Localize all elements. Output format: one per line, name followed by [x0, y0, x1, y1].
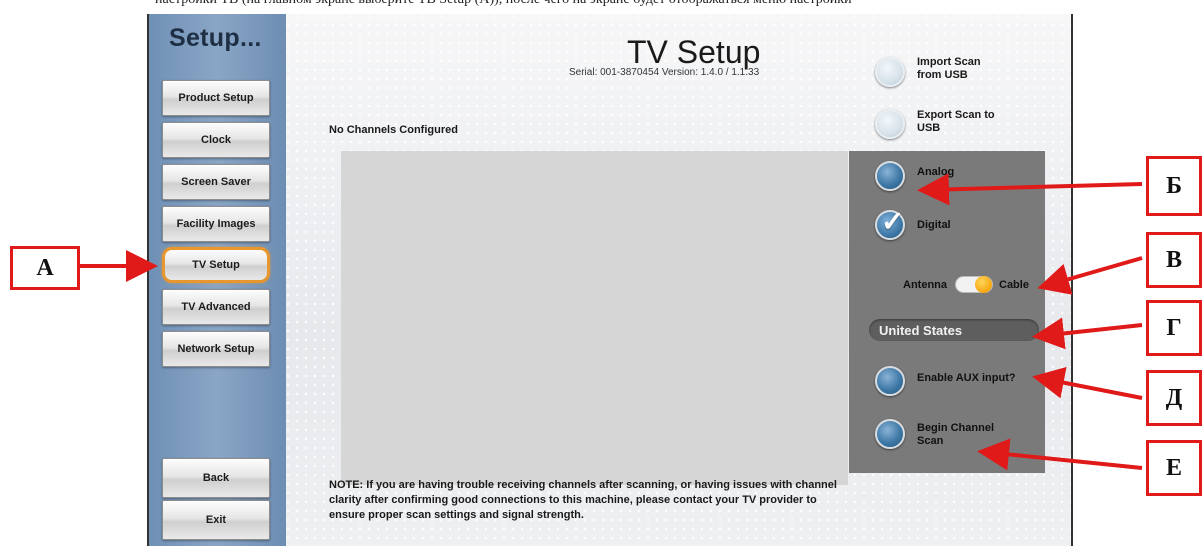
import-scan-button[interactable]	[875, 57, 905, 87]
callout-a: А	[10, 246, 80, 290]
document-top-text: настройки ТВ (на главном экране выберите…	[0, 0, 1202, 14]
callout-e: Е	[1146, 440, 1202, 496]
sidebar-item-tv-setup[interactable]: TV Setup	[162, 247, 270, 283]
callout-b: Б	[1146, 156, 1202, 216]
analog-radio[interactable]	[875, 161, 905, 191]
channels-status-text: No Channels Configured	[329, 124, 458, 136]
sidebar-item-product-setup[interactable]: Product Setup	[162, 80, 270, 116]
antenna-label: Antenna	[903, 279, 947, 291]
callout-g: Г	[1146, 300, 1202, 356]
antenna-cable-toggle[interactable]	[955, 276, 993, 293]
sidebar-item-screen-saver[interactable]: Screen Saver	[162, 164, 270, 200]
page-title: TV Setup	[627, 34, 761, 70]
begin-channel-scan-label: Begin Channel Scan	[917, 422, 995, 447]
sidebar: Setup... Product Setup Clock Screen Save…	[149, 14, 286, 546]
note-text: NOTE: If you are having trouble receivin…	[329, 479, 837, 521]
callout-v: В	[1146, 232, 1202, 288]
tv-setup-screen: Setup... Product Setup Clock Screen Save…	[147, 14, 1073, 546]
serial-version-text: Serial: 001-3870454 Version: 1.4.0 / 1.1…	[569, 67, 760, 78]
country-select[interactable]: United States	[869, 319, 1039, 341]
callout-d: Д	[1146, 370, 1202, 426]
enable-aux-button[interactable]	[875, 366, 905, 396]
export-scan-button[interactable]	[875, 109, 905, 139]
import-scan-label: Import Scan from USB	[917, 56, 981, 81]
sidebar-item-facility-images[interactable]: Facility Images	[162, 206, 270, 242]
enable-aux-label: Enable AUX input?	[917, 372, 1016, 384]
analog-label: Analog	[917, 166, 955, 178]
sidebar-item-tv-advanced[interactable]: TV Advanced	[162, 289, 270, 325]
channel-list[interactable]	[341, 151, 848, 485]
sidebar-title: Setup...	[169, 24, 262, 52]
back-button[interactable]: Back	[162, 458, 270, 498]
document-top-text-line: настройки ТВ (на главном экране выберите…	[155, 0, 852, 8]
toggle-knob	[975, 276, 992, 293]
begin-channel-scan-button[interactable]	[875, 419, 905, 449]
sidebar-item-network-setup[interactable]: Network Setup	[162, 331, 270, 367]
export-scan-label: Export Scan to USB	[917, 109, 995, 134]
digital-label: Digital	[917, 219, 951, 231]
digital-radio[interactable]: ✓	[875, 206, 905, 240]
cable-label: Cable	[999, 279, 1029, 291]
checkmark-icon: ✓	[881, 206, 905, 237]
exit-button[interactable]: Exit	[162, 500, 270, 540]
sidebar-item-clock[interactable]: Clock	[162, 122, 270, 158]
